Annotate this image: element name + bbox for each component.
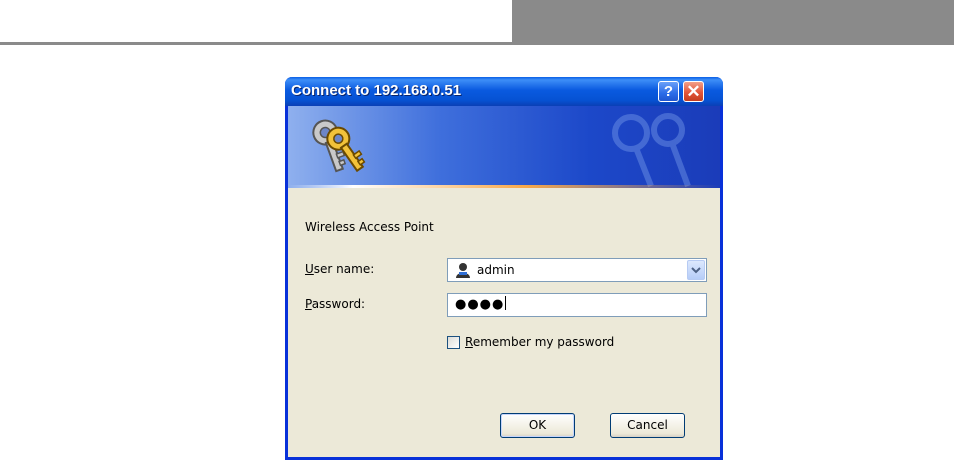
dialog-banner [288, 106, 720, 188]
page-top-bar-left [0, 0, 512, 45]
username-combobox[interactable]: admin [447, 258, 707, 282]
dialog-title: Connect to 192.168.0.51 [291, 82, 462, 99]
user-icon [456, 263, 470, 278]
remember-password-label[interactable]: Remember my password [465, 335, 614, 349]
username-value: admin [477, 263, 515, 277]
cancel-button[interactable]: Cancel [610, 413, 685, 438]
text-caret [505, 296, 507, 310]
keys-watermark-icon [612, 113, 691, 188]
close-button[interactable]: ✕ [683, 81, 704, 102]
help-button[interactable]: ? [658, 81, 679, 102]
title-bar[interactable]: Connect to 192.168.0.51 ? ✕ [285, 77, 723, 106]
page-top-bar-right [512, 0, 954, 45]
chevron-down-icon [691, 267, 701, 274]
remember-password-checkbox[interactable] [447, 336, 460, 349]
username-label: User name: [305, 262, 375, 276]
password-field[interactable]: ●●●● [447, 293, 707, 317]
realm-description: Wireless Access Point [305, 220, 434, 234]
login-dialog: Connect to 192.168.0.51 ? ✕ Wireless Acc… [285, 77, 723, 460]
username-dropdown-button[interactable] [687, 260, 705, 280]
password-label: Password: [305, 297, 366, 311]
password-masked-value: ●●●● [455, 297, 505, 312]
ok-button[interactable]: OK [500, 413, 575, 438]
banner-divider [288, 185, 720, 188]
keys-icon [312, 119, 366, 173]
